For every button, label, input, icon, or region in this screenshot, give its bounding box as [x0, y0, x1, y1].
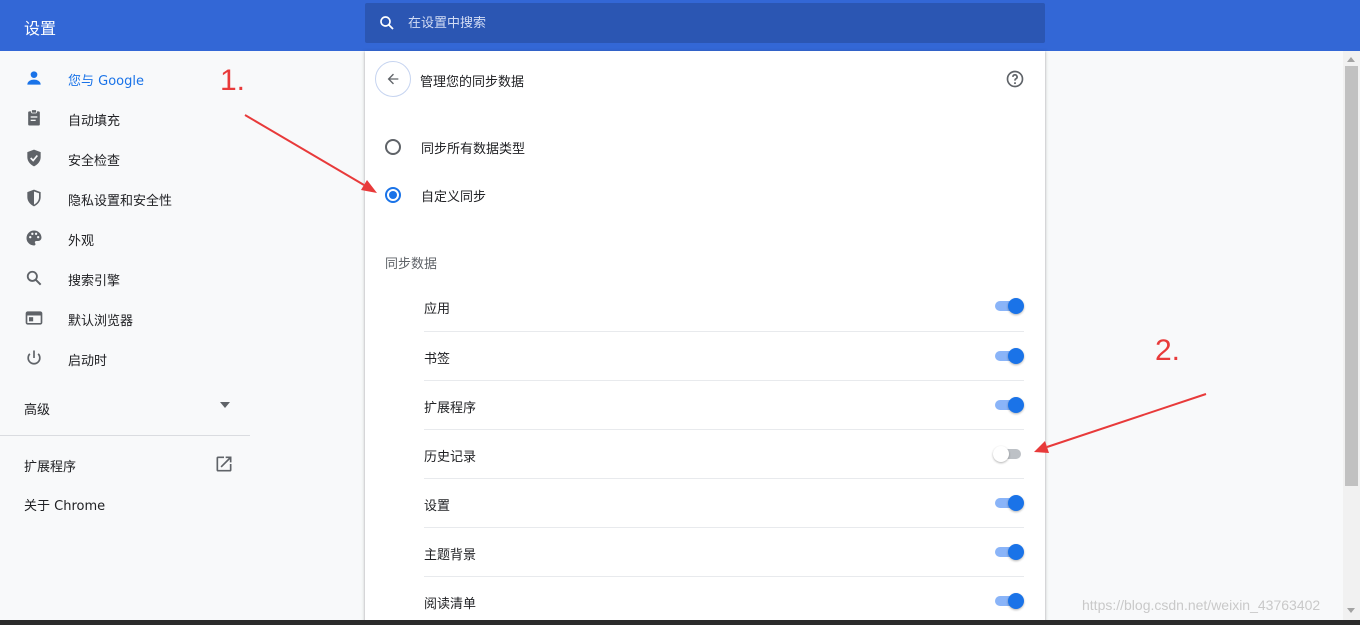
radio-sync-all[interactable]: 同步所有数据类型 [385, 135, 985, 159]
radio-custom-sync[interactable]: 自定义同步 [385, 183, 985, 207]
sidebar-item-you-and-google[interactable]: 您与 Google [0, 58, 250, 98]
clipboard-icon [28, 109, 40, 126]
advanced-label: 高级 [24, 403, 51, 418]
sidebar-item-label: 安全检查 [68, 154, 121, 169]
annotation-1: 1. [220, 64, 246, 97]
sync-settings-card: 管理您的同步数据 同步所有数据类型 自定义同步 同步数据 应用 书签 扩展程序 … [365, 51, 1045, 625]
caret-down-icon [220, 402, 230, 408]
sidebar-item-on-startup[interactable]: 启动时 [0, 338, 250, 378]
sidebar-item-privacy[interactable]: 隐私设置和安全性 [0, 178, 250, 218]
search-box[interactable] [365, 3, 1045, 43]
sync-row-label: 应用 [424, 302, 451, 317]
sync-toggle[interactable] [993, 593, 1024, 609]
extensions-link[interactable]: 扩展程序 [24, 454, 234, 476]
sync-row-settings: 设置 [424, 478, 1024, 527]
sync-row-label: 历史记录 [424, 450, 477, 465]
shield-check-icon [27, 149, 41, 167]
sidebar-item-safety-check[interactable]: 安全检查 [0, 138, 250, 178]
radio-label: 同步所有数据类型 [421, 141, 526, 157]
sidebar-item-label: 搜索引擎 [68, 274, 121, 289]
sidebar: 您与 Google 自动填充 安全检查 隐私设置和安全性 外观 搜索引擎 默认浏… [0, 51, 250, 625]
sync-row-history: 历史记录 [424, 429, 1024, 478]
about-chrome-link[interactable]: 关于 Chrome [24, 495, 105, 514]
open-in-new-icon [216, 456, 232, 472]
power-icon [27, 350, 41, 365]
radio-label: 自定义同步 [421, 189, 487, 205]
taskbar-edge [0, 620, 1360, 625]
search-input[interactable] [408, 15, 1008, 31]
page-scrollbar[interactable] [1343, 51, 1360, 625]
section-heading: 同步数据 [385, 257, 438, 272]
person-icon [27, 71, 41, 85]
sidebar-divider [0, 435, 250, 436]
sync-row-label: 扩展程序 [424, 401, 477, 416]
radio-button[interactable] [385, 187, 401, 203]
sync-row-label: 阅读清单 [424, 597, 477, 612]
sidebar-item-search-engine[interactable]: 搜索引擎 [0, 258, 250, 298]
sync-toggle[interactable] [993, 397, 1024, 413]
sync-row-reading-list: 阅读清单 [424, 576, 1024, 625]
scroll-up-arrow-icon[interactable] [1347, 57, 1355, 62]
page-title: 管理您的同步数据 [420, 75, 525, 90]
sidebar-item-appearance[interactable]: 外观 [0, 218, 250, 258]
annotation-2: 2. [1155, 334, 1181, 367]
sidebar-item-label: 自动填充 [68, 114, 121, 129]
sync-toggle[interactable] [993, 446, 1024, 462]
sync-toggle[interactable] [993, 298, 1024, 314]
app-title: 设置 [24, 19, 57, 38]
scroll-down-arrow-icon[interactable] [1347, 608, 1355, 613]
browser-icon [25, 311, 43, 325]
sync-row-extensions: 扩展程序 [424, 380, 1024, 429]
top-bar: 设置 [0, 0, 1360, 51]
sync-toggle[interactable] [993, 348, 1024, 364]
sidebar-item-autofill[interactable]: 自动填充 [0, 98, 250, 138]
search-icon [380, 16, 394, 30]
scrollbar-thumb[interactable] [1345, 66, 1358, 486]
arrow-back-icon [387, 73, 399, 85]
radio-button[interactable] [385, 139, 401, 155]
help-icon[interactable] [1005, 69, 1025, 89]
sidebar-item-label: 默认浏览器 [68, 314, 134, 329]
sidebar-item-default-browser[interactable]: 默认浏览器 [0, 298, 250, 338]
sync-row-label: 设置 [424, 499, 451, 514]
extensions-label: 扩展程序 [24, 460, 77, 475]
sync-row-label: 主题背景 [424, 548, 477, 563]
sync-row-label: 书签 [424, 352, 451, 367]
sidebar-item-label: 隐私设置和安全性 [68, 194, 173, 209]
sync-row-themes: 主题背景 [424, 527, 1024, 576]
sidebar-item-label: 外观 [68, 234, 95, 249]
palette-icon [26, 230, 42, 246]
sync-toggle[interactable] [993, 495, 1024, 511]
advanced-toggle[interactable]: 高级 [24, 397, 234, 423]
search-icon [26, 270, 42, 286]
watermark: https://blog.csdn.net/weixin_43763402 [1082, 597, 1321, 613]
sidebar-item-label: 启动时 [68, 354, 108, 369]
sync-row-apps: 应用 [424, 282, 1024, 331]
sync-toggle[interactable] [993, 544, 1024, 560]
back-button[interactable] [375, 61, 411, 97]
sync-row-bookmarks: 书签 [424, 331, 1024, 380]
sidebar-item-label: 您与 Google [68, 74, 144, 89]
shield-half-icon [27, 189, 41, 207]
